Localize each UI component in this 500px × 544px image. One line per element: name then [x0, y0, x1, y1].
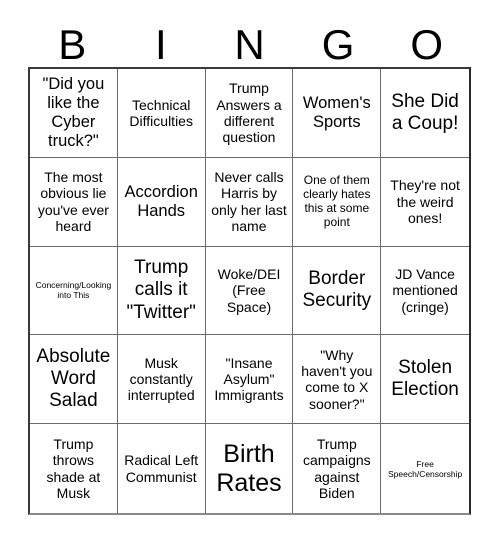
bingo-cell-label: Border Security	[302, 268, 372, 312]
bingo-card: B I N G O "Did you like the Cyber truck?…	[0, 0, 500, 544]
bingo-cell[interactable]: "Insane Asylum" Immigrants	[205, 335, 294, 425]
bingo-cell[interactable]: She Did a Coup!	[381, 69, 469, 158]
bingo-cell[interactable]: "Why haven't you come to X sooner?"	[293, 335, 382, 425]
bingo-cell[interactable]: Concerning/Looking into This	[30, 246, 118, 336]
bingo-cell-label: Stolen Election	[391, 357, 459, 401]
bingo-cell[interactable]: Technical Difficulties	[117, 69, 206, 158]
bingo-header-row: B I N G O	[28, 14, 471, 67]
bingo-cell-label: One of them clearly hates this at some p…	[303, 172, 371, 229]
bingo-header-letter-b: B	[58, 21, 87, 68]
bingo-header-letter-g: G	[321, 21, 355, 68]
bingo-cell-label: Absolute Word Salad	[36, 346, 111, 412]
bingo-cell[interactable]: "Did you like the Cyber truck?"	[30, 69, 118, 158]
bingo-cell-label: Never calls Harris by only her last name	[211, 169, 287, 234]
bingo-cell-label: Technical Difficulties	[129, 96, 193, 129]
bingo-cell-label: "Did you like the Cyber truck?"	[42, 74, 105, 150]
bingo-cell[interactable]: Trump throws shade at Musk	[30, 424, 118, 513]
bingo-cell[interactable]: The most obvious lie you've ever heard	[30, 157, 118, 247]
bingo-cell-label: She Did a Coup!	[391, 90, 459, 134]
bingo-cell[interactable]: They're not the weird ones!	[381, 157, 469, 247]
bingo-cell-label: Women's Sports	[302, 93, 371, 131]
bingo-cell[interactable]: Birth Rates	[205, 424, 294, 513]
bingo-cell[interactable]: Radical Left Communist	[117, 424, 206, 513]
bingo-header-letter-n: N	[234, 21, 265, 68]
bingo-cell-label: They're not the weird ones!	[390, 177, 460, 226]
bingo-cell[interactable]: Women's Sports	[293, 69, 382, 158]
bingo-cell[interactable]: Absolute Word Salad	[30, 335, 118, 425]
bingo-cell[interactable]: Musk constantly interrupted	[117, 335, 206, 425]
bingo-cell[interactable]: One of them clearly hates this at some p…	[293, 157, 382, 247]
bingo-cell-label: Birth Rates	[216, 440, 282, 497]
bingo-cell-label: Accordion Hands	[124, 182, 198, 220]
bingo-cell-label: "Insane Asylum" Immigrants	[214, 354, 284, 404]
bingo-cell[interactable]: Free Speech/Censorship	[381, 424, 469, 513]
bingo-cell[interactable]: Trump calls it "Twitter"	[117, 246, 206, 336]
bingo-cell-label: Musk constantly interrupted	[127, 354, 195, 404]
bingo-cell[interactable]: Border Security	[293, 246, 382, 336]
bingo-cell-label: JD Vance mentioned (cringe)	[392, 266, 458, 315]
bingo-header-letter-o: O	[410, 21, 443, 68]
bingo-cell-label: Radical Left Communist	[124, 452, 199, 485]
bingo-header-letter-i: I	[155, 21, 167, 68]
bingo-cell-label: Trump campaigns against Biden	[302, 436, 371, 501]
bingo-cell[interactable]: Trump Answers a different question	[205, 69, 294, 158]
bingo-cell-label: Trump calls it "Twitter"	[126, 257, 196, 323]
bingo-cell[interactable]: Accordion Hands	[117, 157, 206, 247]
bingo-grid: "Did you like the Cyber truck?" Technical…	[28, 67, 471, 515]
bingo-cell[interactable]: Stolen Election	[381, 335, 469, 425]
bingo-cell-label: Concerning/Looking into This	[35, 280, 112, 301]
bingo-cell[interactable]: Trump campaigns against Biden	[293, 424, 382, 513]
bingo-cell-label: Woke/DEI (Free Space)	[217, 266, 281, 315]
bingo-cell-label: "Why haven't you come to X sooner?"	[301, 346, 373, 412]
bingo-cell[interactable]: Woke/DEI (Free Space)	[205, 246, 294, 336]
bingo-cell-label: Free Speech/Censorship	[388, 458, 463, 479]
bingo-cell[interactable]: JD Vance mentioned (cringe)	[381, 246, 469, 336]
bingo-cell-label: Trump throws shade at Musk	[46, 436, 101, 501]
bingo-cell[interactable]: Never calls Harris by only her last name	[205, 157, 294, 247]
bingo-cell-label: Trump Answers a different question	[216, 80, 282, 146]
bingo-cell-label: The most obvious lie you've ever heard	[37, 169, 109, 234]
